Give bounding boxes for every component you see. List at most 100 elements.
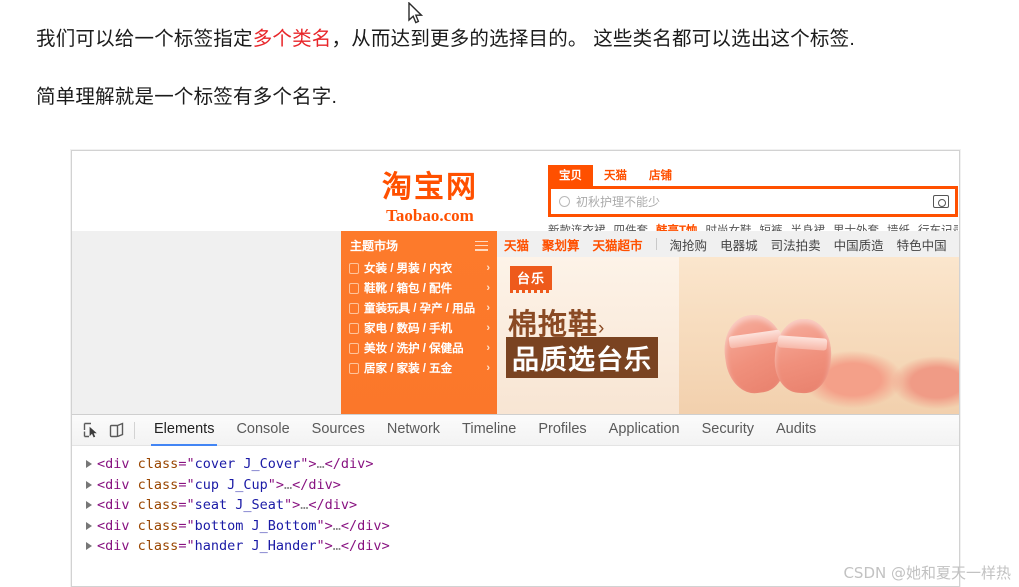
sidebar-item-label: 童装玩具 / 孕产 / 用品: [364, 303, 476, 315]
sidebar-title: 主题市场: [350, 239, 399, 253]
nav-item-taoqianggou[interactable]: 淘抢购: [670, 235, 708, 254]
tab-console[interactable]: Console: [225, 414, 300, 446]
dom-node-cup[interactable]: < div class =" cup J_Cup ">… </div >: [86, 475, 959, 496]
nav-item-zhongguozhizao[interactable]: 中国质造: [834, 235, 884, 254]
inspect-element-icon[interactable]: [78, 419, 104, 441]
hamburger-icon[interactable]: [475, 240, 488, 251]
tab-audits[interactable]: Audits: [765, 414, 827, 446]
dom-tag-name: div: [105, 476, 130, 493]
chevron-right-icon: ›: [598, 318, 606, 339]
shirt-icon: [349, 262, 359, 274]
chevron-right-icon: ›: [486, 342, 490, 354]
magnifier-icon: [559, 196, 570, 207]
chevron-right-icon: ›: [486, 282, 490, 294]
expand-triangle-icon[interactable]: [86, 521, 92, 530]
home-icon: [349, 362, 359, 374]
paragraph-2: 简单理解就是一个标签有多个名字.: [36, 86, 338, 109]
sidebar-item-label: 女装 / 男装 / 内衣: [364, 263, 453, 275]
expand-triangle-icon[interactable]: [86, 542, 92, 551]
nav-item-dianqicheng[interactable]: 电器城: [720, 235, 758, 254]
dom-node-seat[interactable]: < div class =" seat J_Seat ">… </div >: [86, 495, 959, 516]
paragraph-1: 我们可以给一个标签指定多个类名，从而达到更多的选择目的。 这些类名都可以选出这个…: [36, 24, 996, 54]
tab-sources[interactable]: Sources: [301, 414, 376, 446]
dom-attr-value: cup J_Cup: [194, 476, 268, 493]
paragraph-1-highlight: 多个类名: [252, 28, 332, 50]
tab-elements[interactable]: Elements: [143, 414, 225, 446]
embedded-screenshot: 淘宝网 Taobao.com 宝贝 天猫 店铺 初秋护理不能少 新款连衣裙 四件…: [71, 150, 960, 587]
dom-attr-name: class: [137, 456, 179, 473]
search-tabs: 宝贝 天猫 店铺: [548, 165, 958, 186]
toolbar-divider: [134, 421, 135, 439]
search-tab-baobei[interactable]: 宝贝: [548, 165, 593, 186]
chevron-right-icon: ›: [486, 302, 490, 314]
devtools-panel: Elements Console Sources Network Timelin…: [72, 414, 959, 586]
tab-timeline[interactable]: Timeline: [451, 414, 527, 446]
nav-item-juhuasuan[interactable]: 聚划算: [542, 235, 580, 254]
device-toolbar-icon[interactable]: [104, 419, 130, 441]
search-area: 宝贝 天猫 店铺 初秋护理不能少 新款连衣裙 四件套 韩亮T恤 时尚女鞋 短裤 …: [548, 165, 958, 238]
search-tab-dianpu[interactable]: 店铺: [638, 165, 683, 186]
theme-market-sidebar: 主题市场 女装 / 男装 / 内衣 › 鞋靴 / 箱包 / 配件 › 童装玩具 …: [341, 231, 497, 414]
dom-tag-name: div: [105, 497, 130, 514]
dom-tag-name: div: [105, 517, 130, 534]
search-box[interactable]: 初秋护理不能少: [548, 186, 958, 217]
expand-triangle-icon[interactable]: [86, 460, 92, 469]
sidebar-item-home[interactable]: 居家 / 家装 / 五金 ›: [341, 358, 497, 378]
taobao-logo-en: Taobao.com: [386, 206, 474, 225]
taobao-logo-cn: 淘宝网: [382, 170, 478, 205]
search-tab-tmall[interactable]: 天猫: [593, 165, 638, 186]
devtools-toolbar: Elements Console Sources Network Timelin…: [72, 414, 959, 446]
taobao-content-column: 天猫 聚划算 天猫超市 淘抢购 电器城 司法拍卖 中国质造 特色中国 台乐 棉拖…: [497, 231, 959, 414]
nav-divider: [655, 238, 657, 250]
chevron-right-icon: ›: [486, 262, 490, 274]
dom-tag-name: div: [105, 456, 130, 473]
taobao-nav: 天猫 聚划算 天猫超市 淘抢购 电器城 司法拍卖 中国质造 特色中国: [497, 231, 959, 257]
sidebar-item-digital[interactable]: 家电 / 数码 / 手机 ›: [341, 318, 497, 338]
dom-attr-name: class: [137, 538, 179, 555]
dom-attr-name: class: [137, 476, 179, 493]
dom-node-bottom[interactable]: < div class =" bottom J_Bottom ">… </div >: [86, 516, 959, 537]
tab-profiles[interactable]: Profiles: [527, 414, 597, 446]
page-root: 我们可以给一个标签指定多个类名，从而达到更多的选择目的。 这些类名都可以选出这个…: [0, 0, 1019, 587]
search-input[interactable]: 初秋护理不能少: [576, 193, 933, 210]
expand-triangle-icon[interactable]: [86, 501, 92, 510]
promo-banner[interactable]: 台乐 棉拖鞋› 品质选台乐 101 底价 GO: [497, 257, 959, 414]
dom-tag-name: div: [105, 538, 130, 555]
dom-node-cover[interactable]: < div class =" cover J_Cover ">… </div >: [86, 454, 959, 475]
dom-attr-value: seat J_Seat: [194, 497, 284, 514]
tab-security[interactable]: Security: [691, 414, 765, 446]
nav-item-sifapaimai[interactable]: 司法拍卖: [771, 235, 821, 254]
expand-triangle-icon[interactable]: [86, 480, 92, 489]
tab-application[interactable]: Application: [598, 414, 691, 446]
dom-attr-value: hander J_Hander: [194, 538, 317, 555]
taobao-logo[interactable]: 淘宝网 Taobao.com: [360, 173, 500, 226]
tab-network[interactable]: Network: [376, 414, 451, 446]
baby-icon: [349, 302, 359, 314]
sidebar-header: 主题市场: [341, 231, 497, 258]
shoe-icon: [349, 282, 359, 294]
dom-attr-name: class: [137, 517, 179, 534]
paragraph-1-part-a: 我们可以给一个标签指定: [36, 28, 253, 50]
phone-icon: [349, 322, 359, 334]
mouse-cursor-icon: [408, 2, 424, 24]
sidebar-item-label: 美妆 / 洗护 / 保健品: [364, 343, 464, 355]
sidebar-item-women[interactable]: 女装 / 男装 / 内衣 ›: [341, 258, 497, 278]
nav-item-tmall[interactable]: 天猫: [504, 235, 529, 254]
sidebar-item-label: 居家 / 家装 / 五金: [364, 363, 453, 375]
paragraph-1-part-b: ，从而达到更多的选择目的。 这些类名都可以选出这个标签.: [331, 28, 855, 50]
dom-tree: < div class =" cover J_Cover ">… </div > < div …: [72, 446, 959, 557]
nav-item-tmall-supermarket[interactable]: 天猫超市: [593, 235, 643, 254]
sidebar-item-beauty[interactable]: 美妆 / 洗护 / 保健品 ›: [341, 338, 497, 358]
article-text: 我们可以给一个标签指定多个类名，从而达到更多的选择目的。 这些类名都可以选出这个…: [36, 24, 996, 112]
chevron-right-icon: ›: [486, 322, 490, 334]
sidebar-item-shoes[interactable]: 鞋靴 / 箱包 / 配件 ›: [341, 278, 497, 298]
cosmetics-icon: [349, 342, 359, 354]
taobao-page: 淘宝网 Taobao.com 宝贝 天猫 店铺 初秋护理不能少 新款连衣裙 四件…: [72, 151, 959, 414]
dom-node-hander[interactable]: < div class =" hander J_Hander ">… </div >: [86, 536, 959, 557]
camera-icon[interactable]: [933, 195, 949, 208]
sidebar-item-baby[interactable]: 童装玩具 / 孕产 / 用品 ›: [341, 298, 497, 318]
csdn-watermark: CSDN @她和夏天一样热: [843, 564, 1011, 582]
nav-item-tesezhongguo[interactable]: 特色中国: [897, 235, 947, 254]
sidebar-item-label: 鞋靴 / 箱包 / 配件: [364, 283, 453, 295]
dom-attr-value: cover J_Cover: [194, 456, 301, 473]
